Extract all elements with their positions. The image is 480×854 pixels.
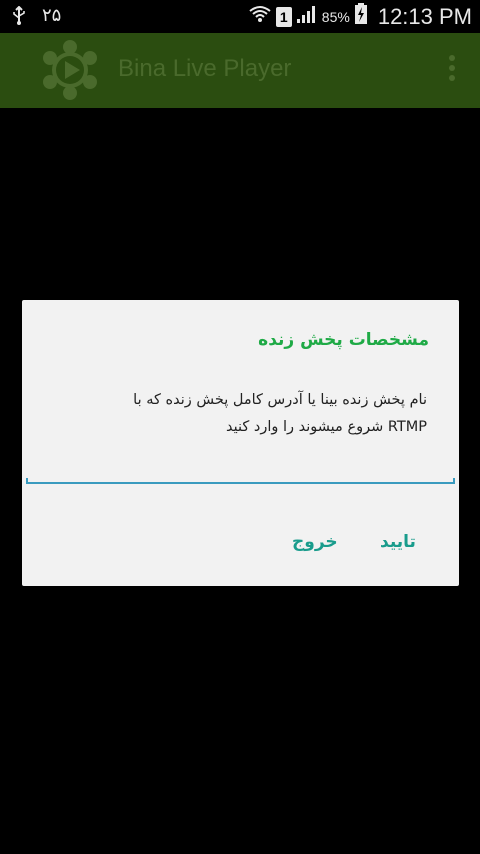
clock: 12:13 PM (377, 3, 472, 29)
app-title: Bina Live Player (118, 55, 292, 82)
app-bar: Bina Live Player (0, 33, 480, 108)
live-stream-dialog: مشخصات پخش زنده نام پخش زنده بینا یا آدر… (22, 300, 459, 586)
stream-address-field[interactable] (26, 450, 455, 486)
dialog-title: مشخصات پخش زنده (258, 330, 429, 350)
input-underline-tick-left (26, 478, 28, 484)
battery-percent: 85% (321, 8, 350, 25)
dialog-message-line-2: RTMP شروع میشوند را وارد کنید (226, 419, 427, 435)
dialog-message-line-1: نام پخش زنده بینا یا آدرس کامل پخش زنده … (133, 392, 427, 408)
input-underline-tick-right (453, 478, 455, 484)
signal-icon (296, 4, 318, 29)
wifi-icon (248, 4, 272, 29)
status-bar: ۲۵ 1 85% 12:13 PM (0, 0, 480, 33)
stream-address-input[interactable] (26, 450, 455, 484)
app-logo-icon (38, 38, 102, 106)
sim-icon: 1 (275, 6, 292, 27)
battery-charging-icon (354, 3, 368, 30)
exit-button[interactable]: خروج (292, 532, 338, 552)
overflow-menu-icon[interactable] (444, 55, 460, 89)
input-underline (26, 482, 455, 484)
confirm-button[interactable]: تایید (380, 532, 416, 552)
notification-count: ۲۵ (42, 5, 62, 26)
status-indicators: 1 85% 12:13 PM (248, 0, 472, 33)
dialog-message: نام پخش زنده بینا یا آدرس کامل پخش زنده … (87, 387, 427, 441)
usb-icon (12, 5, 26, 31)
